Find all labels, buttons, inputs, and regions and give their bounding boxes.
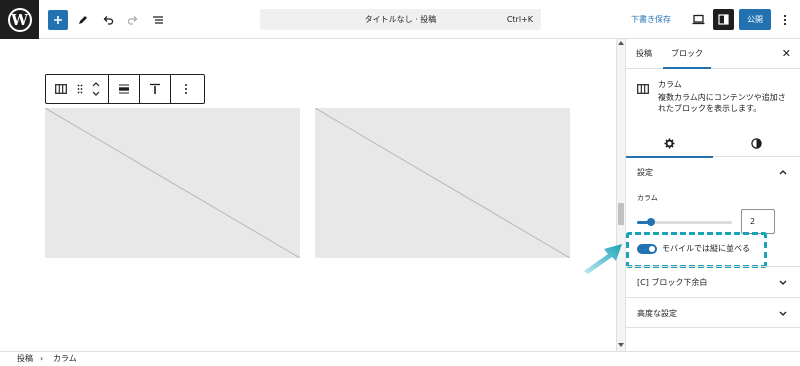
chevron-down-icon [779,311,787,316]
wordpress-icon: W [7,7,32,32]
block-name: カラム [658,80,682,89]
editor-canvas[interactable] [0,39,616,351]
chevron-up-icon [779,170,787,175]
tab-settings[interactable] [626,129,713,158]
block-inspector-tabs [626,129,800,158]
align-top-icon [150,83,160,94]
breadcrumb-separator: › [40,354,44,363]
laptop-icon [692,14,704,25]
vertical-align-button[interactable] [144,75,166,103]
scroll-down-arrow[interactable] [618,343,624,347]
settings-panel-toggle[interactable]: 設定 [626,158,800,188]
move-up-down-button[interactable] [88,75,104,103]
document-bar[interactable]: タイトルなし · 投稿 Ctrl+K [260,9,541,30]
tab-block[interactable]: ブロック [663,39,711,69]
more-options-group [171,75,201,103]
save-draft-button[interactable]: 下書き保存 [631,9,671,30]
sidebar-tabs: 投稿 ブロック ✕ [626,39,800,69]
columns-icon [55,84,67,94]
drag-handle[interactable] [72,75,88,103]
publish-button[interactable]: 公開 [739,9,771,30]
placeholder-diagonal [315,108,570,258]
tab-styles[interactable] [713,129,800,157]
preview-button[interactable] [689,9,707,30]
drag-icon [77,84,83,94]
contrast-icon [751,137,762,149]
breadcrumb: 投稿 › カラム [0,351,800,366]
align-wide-icon [119,84,129,94]
document-title: タイトルなし · 投稿 [364,15,437,24]
block-switcher-group [46,75,109,103]
columns-range-thumb[interactable] [647,218,656,226]
align-button[interactable] [113,75,135,103]
undo-button[interactable] [100,9,116,30]
advanced-panel-toggle[interactable]: 高度な設定 [626,297,800,328]
settings-sidebar-toggle[interactable] [713,9,734,30]
settings-panel-title: 設定 [637,168,653,177]
breadcrumb-item-columns[interactable]: カラム [53,352,77,366]
wordpress-logo-button[interactable]: W [0,0,39,39]
block-type-button[interactable] [50,75,72,103]
add-block-button[interactable] [48,10,68,30]
stack-on-mobile-label: モバイルでは縦に並べる [662,244,750,253]
scroll-up-arrow[interactable] [618,41,624,45]
sidebar-icon [718,14,729,25]
chevron-up-down-icon [92,82,100,96]
block-description: 複数カラム内にコンテンツや追加されたブロックを表示します。 [658,93,786,113]
canvas-scrollbar[interactable] [616,39,625,351]
vertical-align-group [140,75,171,103]
list-view-icon [153,15,163,24]
gear-icon [664,137,675,149]
column-placeholder[interactable] [315,108,570,258]
plus-icon [54,16,62,24]
redo-icon [127,15,138,25]
tools-button[interactable] [75,9,91,30]
scroll-thumb[interactable] [618,203,624,225]
column-placeholder[interactable] [45,108,300,258]
block-options-button[interactable] [175,75,197,103]
tab-post[interactable]: 投稿 [636,39,652,69]
align-group [109,75,140,103]
breadcrumb-item-post[interactable]: 投稿 [17,352,33,366]
options-menu-button[interactable] [779,9,791,30]
more-vertical-icon [185,84,187,94]
stack-on-mobile-toggle[interactable] [637,244,657,254]
columns-number-input[interactable]: 2 [741,209,775,234]
columns-range-slider[interactable] [637,218,732,226]
bottom-margin-panel-title: [C] ブロック下余白 [637,278,708,287]
block-toolbar [45,74,205,104]
command-shortcut: Ctrl+K [506,15,533,24]
redo-button[interactable] [125,9,141,30]
close-sidebar-button[interactable]: ✕ [782,48,791,60]
editor-header: W タイトルなし · 投稿 Ctrl+K 下書き保存 公開 [0,0,800,39]
pencil-icon [79,15,87,24]
settings-sidebar: 投稿 ブロック ✕ カラム 複数カラム内にコンテンツや追加されたブロックを表示し… [625,39,800,351]
bottom-margin-panel-toggle[interactable]: [C] ブロック下余白 [626,266,800,297]
placeholder-diagonal [45,108,300,258]
columns-icon [637,79,649,98]
columns-label: カラム [637,194,658,202]
document-overview-button[interactable] [150,9,166,30]
advanced-panel-title: 高度な設定 [637,309,677,318]
chevron-down-icon [779,280,787,285]
editor-app: W タイトルなし · 投稿 Ctrl+K 下書き保存 公開 投稿 ブロック ✕ … [0,0,800,366]
callout-arrow [584,244,622,274]
block-card: カラム 複数カラム内にコンテンツや追加されたブロックを表示します。 [626,70,800,120]
more-vertical-icon [783,14,787,25]
undo-icon [103,15,114,25]
